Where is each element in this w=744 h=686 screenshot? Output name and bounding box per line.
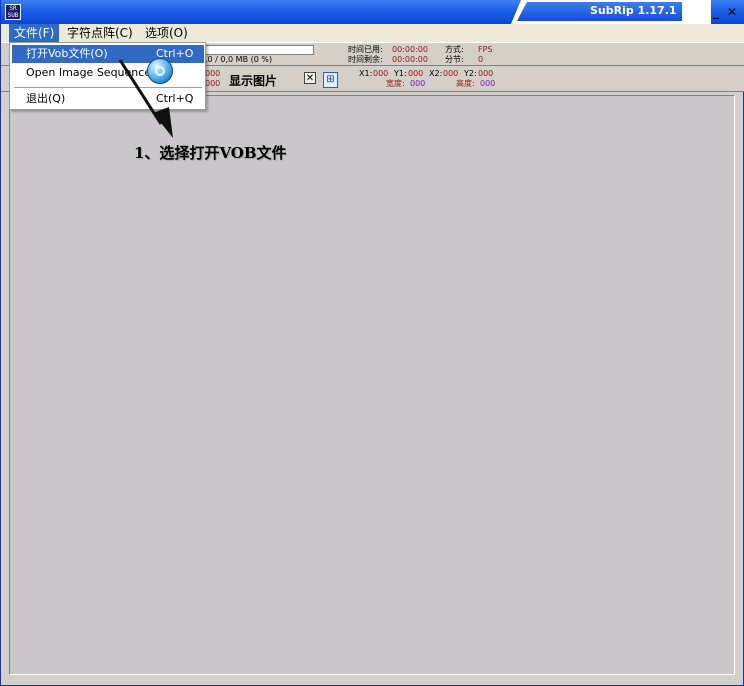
y2-value: 000 <box>478 69 494 78</box>
menu-item-shortcut: Ctrl+Q <box>156 92 194 105</box>
app-window: SR SUB SubRip 1.17.1 _ ✕ 文件(F) 字符点阵(C) 选项… <box>0 0 744 686</box>
mode-value: FPS <box>478 45 493 54</box>
time-left-label: 时间剩余: <box>348 55 383 64</box>
menu-options[interactable]: 选项(O) <box>140 24 193 42</box>
x1-value: 000 <box>373 69 389 78</box>
menu-item-exit[interactable]: 退出(Q) Ctrl+Q <box>12 90 204 108</box>
menu-item-label: Open Image Sequence <box>26 66 152 79</box>
annotation-text: 1、选择打开VOB文件 <box>134 144 287 162</box>
height-label: 高度: <box>456 79 475 88</box>
close-image-button[interactable]: ✕ <box>304 72 316 84</box>
x2-value: 000 <box>443 69 459 78</box>
value-field-1: 000 <box>205 69 221 78</box>
width-label: 宽度: <box>386 79 405 88</box>
menu-item-label: 打开Vob文件(O) <box>26 47 108 60</box>
image-view-button[interactable]: ⊞ <box>323 72 338 88</box>
mode-label: 方式: <box>445 45 464 54</box>
menu-bar: 文件(F) 字符点阵(C) 选项(O) <box>1 24 744 42</box>
y2-label: Y2: <box>464 69 477 78</box>
menu-separator <box>14 87 202 88</box>
width-value: 000 <box>410 79 426 88</box>
chapter-label: 分节: <box>445 55 464 64</box>
chapter-value: 0 <box>478 55 484 64</box>
y1-value: 000 <box>408 69 424 78</box>
y1-label: Y1: <box>394 69 407 78</box>
menu-file[interactable]: 文件(F) <box>9 24 60 42</box>
menu-item-open-image-sequence[interactable]: Open Image Sequence <box>12 64 204 82</box>
menu-item-open-vob[interactable]: 打开Vob文件(O) Ctrl+O <box>12 45 204 63</box>
progress-bar <box>201 45 314 55</box>
show-image-label: 显示图片 <box>229 74 278 88</box>
menu-item-label: 退出(Q) <box>26 92 66 105</box>
window-title: SubRip 1.17.1 <box>590 4 677 17</box>
height-value: 000 <box>480 79 496 88</box>
close-window-button[interactable]: ✕ <box>723 3 741 21</box>
file-menu-dropdown: 打开Vob文件(O) Ctrl+O Open Image Sequence 退出… <box>9 42 206 110</box>
time-left-value: 00:00:00 <box>392 55 428 64</box>
x2-label: X2: <box>429 69 443 78</box>
menu-character-matrix[interactable]: 字符点阵(C) <box>62 24 138 42</box>
x1-label: X1: <box>359 69 373 78</box>
time-used-label: 时间已用: <box>348 45 383 54</box>
water-drop-icon <box>147 58 173 84</box>
image-display-area[interactable] <box>9 95 735 675</box>
value-field-2: 000 <box>205 79 221 88</box>
size-status: ,0 / 0,0 MB (0 %) <box>205 55 273 64</box>
title-bar[interactable]: SR SUB SubRip 1.17.1 _ ✕ <box>1 0 744 24</box>
app-icon[interactable]: SR SUB <box>5 4 21 20</box>
time-used-value: 00:00:00 <box>392 45 428 54</box>
